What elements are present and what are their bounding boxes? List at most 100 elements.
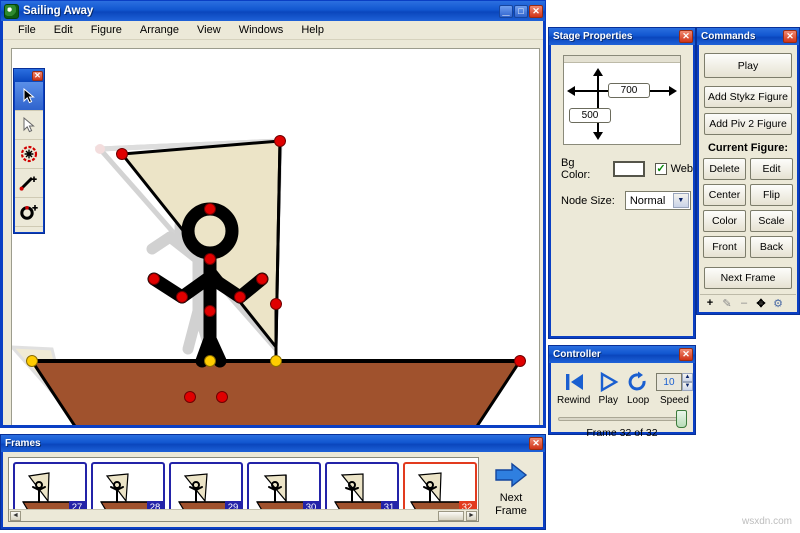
rewind-button[interactable]: Rewind (557, 369, 590, 406)
controller-titlebar[interactable]: Controller ✕ (549, 346, 695, 363)
minimize-button[interactable]: _ (499, 3, 513, 18)
delete-figure-button[interactable]: Delete (703, 158, 746, 180)
move-icon[interactable]: ✥ (753, 296, 769, 311)
close-icon: ✕ (786, 31, 794, 41)
play-button[interactable]: Play (704, 53, 792, 78)
check-icon: ✓ (656, 163, 666, 175)
spin-down-icon[interactable]: ▼ (681, 382, 693, 391)
bg-color-swatch[interactable] (613, 161, 646, 177)
frame-thumbnail[interactable]: 31 (325, 462, 399, 516)
figure-button-row-4: Front Back (703, 236, 793, 258)
speed-stepper[interactable]: 10 ▲ ▼ (655, 369, 693, 395)
chevron-down-icon[interactable]: ▼ (672, 193, 689, 208)
stage-properties-titlebar[interactable]: Stage Properties ✕ (549, 28, 695, 45)
boat-hull[interactable] (29, 359, 523, 425)
frame-thumbnail[interactable]: 30 (247, 462, 321, 516)
flip-figure-button[interactable]: Flip (750, 184, 793, 206)
add-piv2-figure-button[interactable]: Add Piv 2 Figure (704, 113, 792, 135)
menu-figure[interactable]: Figure (82, 22, 131, 38)
frames-body: 27 28 29 30 31 32 ◄ ► Next Frame (3, 452, 543, 527)
bg-color-row: Bg Color: ✓ Web (561, 157, 693, 181)
window-title: Sailing Away (23, 5, 94, 17)
rewind-label: Rewind (557, 395, 591, 406)
frame-thumbnail-list: 27 28 29 30 31 32 (9, 458, 478, 516)
menu-view[interactable]: View (188, 22, 230, 38)
close-button[interactable]: ✕ (529, 4, 543, 18)
close-icon: ✕ (532, 438, 540, 448)
color-figure-button[interactable]: Color (703, 210, 746, 232)
line-plus-icon (19, 176, 37, 191)
stage-height-field[interactable]: 500 (569, 108, 611, 123)
frame-thumbnail[interactable]: 29 (169, 462, 243, 516)
scroll-left-icon[interactable]: ◄ (10, 510, 21, 521)
back-figure-button[interactable]: Back (750, 236, 793, 258)
commands-titlebar[interactable]: Commands ✕ (697, 28, 799, 45)
scale-figure-button[interactable]: Scale (750, 210, 793, 232)
menu-edit[interactable]: Edit (45, 22, 82, 38)
speed-value[interactable]: 10 (655, 373, 682, 391)
stage-properties-body: 700 500 Bg Color: ✓ Web Node Size: Norma… (551, 45, 693, 336)
frame-thumbnail[interactable]: 27 (13, 462, 87, 516)
node-size-label: Node Size: (561, 194, 615, 207)
tool-palette-titlebar[interactable]: ✕ (14, 69, 44, 82)
outline-arrow-icon (23, 117, 35, 133)
tool-node[interactable] (15, 140, 43, 169)
app-screen: Sailing Away _ □ ✕ File Edit Figure Arra… (0, 0, 800, 533)
stage-size-preview: 700 500 (563, 55, 681, 145)
node-target-icon (20, 145, 38, 163)
tool-add-circle[interactable] (15, 198, 43, 227)
play-button[interactable]: Play (596, 369, 620, 406)
stage-width-field[interactable]: 700 (608, 83, 650, 98)
tool-add-segment[interactable] (15, 169, 43, 198)
frame-slider-track[interactable] (558, 417, 683, 421)
tool-move-arrow[interactable] (15, 111, 43, 140)
center-figure-button[interactable]: Center (703, 184, 746, 206)
tool-select-arrow[interactable] (15, 82, 43, 111)
frame-thumbnail-selected[interactable]: 32 (403, 462, 477, 516)
frames-close-button[interactable]: ✕ (529, 437, 543, 450)
next-frame-button[interactable]: Next Frame (704, 267, 792, 289)
menu-windows[interactable]: Windows (230, 22, 293, 38)
controller-close-button[interactable]: ✕ (679, 348, 693, 361)
edit-pencil-icon[interactable]: ✎ (719, 296, 735, 311)
next-frame-action[interactable]: Next Frame (483, 462, 539, 518)
spin-up-icon[interactable]: ▲ (681, 373, 693, 382)
menu-arrange[interactable]: Arrange (131, 22, 188, 38)
commands-panel: Commands ✕ Play Add Stykz Figure Add Piv… (696, 27, 800, 315)
settings-gear-icon[interactable]: ⚙ (770, 296, 786, 311)
remove-icon[interactable]: – (736, 296, 752, 311)
front-figure-button[interactable]: Front (703, 236, 746, 258)
add-stykz-figure-button[interactable]: Add Stykz Figure (704, 86, 792, 108)
tool-palette-close-button[interactable]: ✕ (32, 70, 43, 81)
node-size-select[interactable]: Normal ▼ (624, 191, 691, 210)
frame-slider-thumb[interactable] (676, 410, 687, 428)
menu-figure-label: Figure (90, 24, 122, 36)
commands-body: Play Add Stykz Figure Add Piv 2 Figure C… (699, 45, 797, 312)
menu-help[interactable]: Help (292, 22, 333, 38)
main-window-titlebar[interactable]: Sailing Away _ □ ✕ (1, 1, 545, 21)
add-icon[interactable]: + (702, 296, 718, 311)
speed-spinner[interactable]: ▲ ▼ (681, 373, 693, 391)
commands-close-button[interactable]: ✕ (783, 30, 797, 43)
menu-file[interactable]: File (9, 22, 45, 38)
right-arrow-icon (495, 462, 528, 488)
speed-control: 10 ▲ ▼ Speed (655, 369, 693, 406)
web-checkbox[interactable]: ✓ (655, 163, 667, 175)
figure-button-row-3: Color Scale (703, 210, 793, 232)
controller-panel: Controller ✕ Rewind Play Loop 10 ▲ ▼ Spe… (548, 345, 696, 439)
frames-titlebar[interactable]: Frames ✕ (1, 435, 545, 452)
edit-figure-button[interactable]: Edit (750, 158, 793, 180)
next-frame-line2: Frame (495, 505, 527, 517)
stage-canvas[interactable] (11, 48, 540, 425)
frames-scrollbar[interactable]: ◄ ► (9, 509, 478, 521)
frames-strip[interactable]: 27 28 29 30 31 32 ◄ ► (8, 457, 479, 522)
node-size-value: Normal (629, 194, 666, 207)
tool-list (15, 82, 43, 232)
scrollbar-thumb[interactable] (438, 510, 464, 521)
loop-button[interactable]: Loop (626, 369, 650, 406)
maximize-button[interactable]: □ (514, 4, 528, 18)
stage-properties-close-button[interactable]: ✕ (679, 30, 693, 43)
scroll-right-icon[interactable]: ► (466, 510, 477, 521)
bg-color-label: Bg Color: (561, 157, 591, 181)
frame-thumbnail[interactable]: 28 (91, 462, 165, 516)
